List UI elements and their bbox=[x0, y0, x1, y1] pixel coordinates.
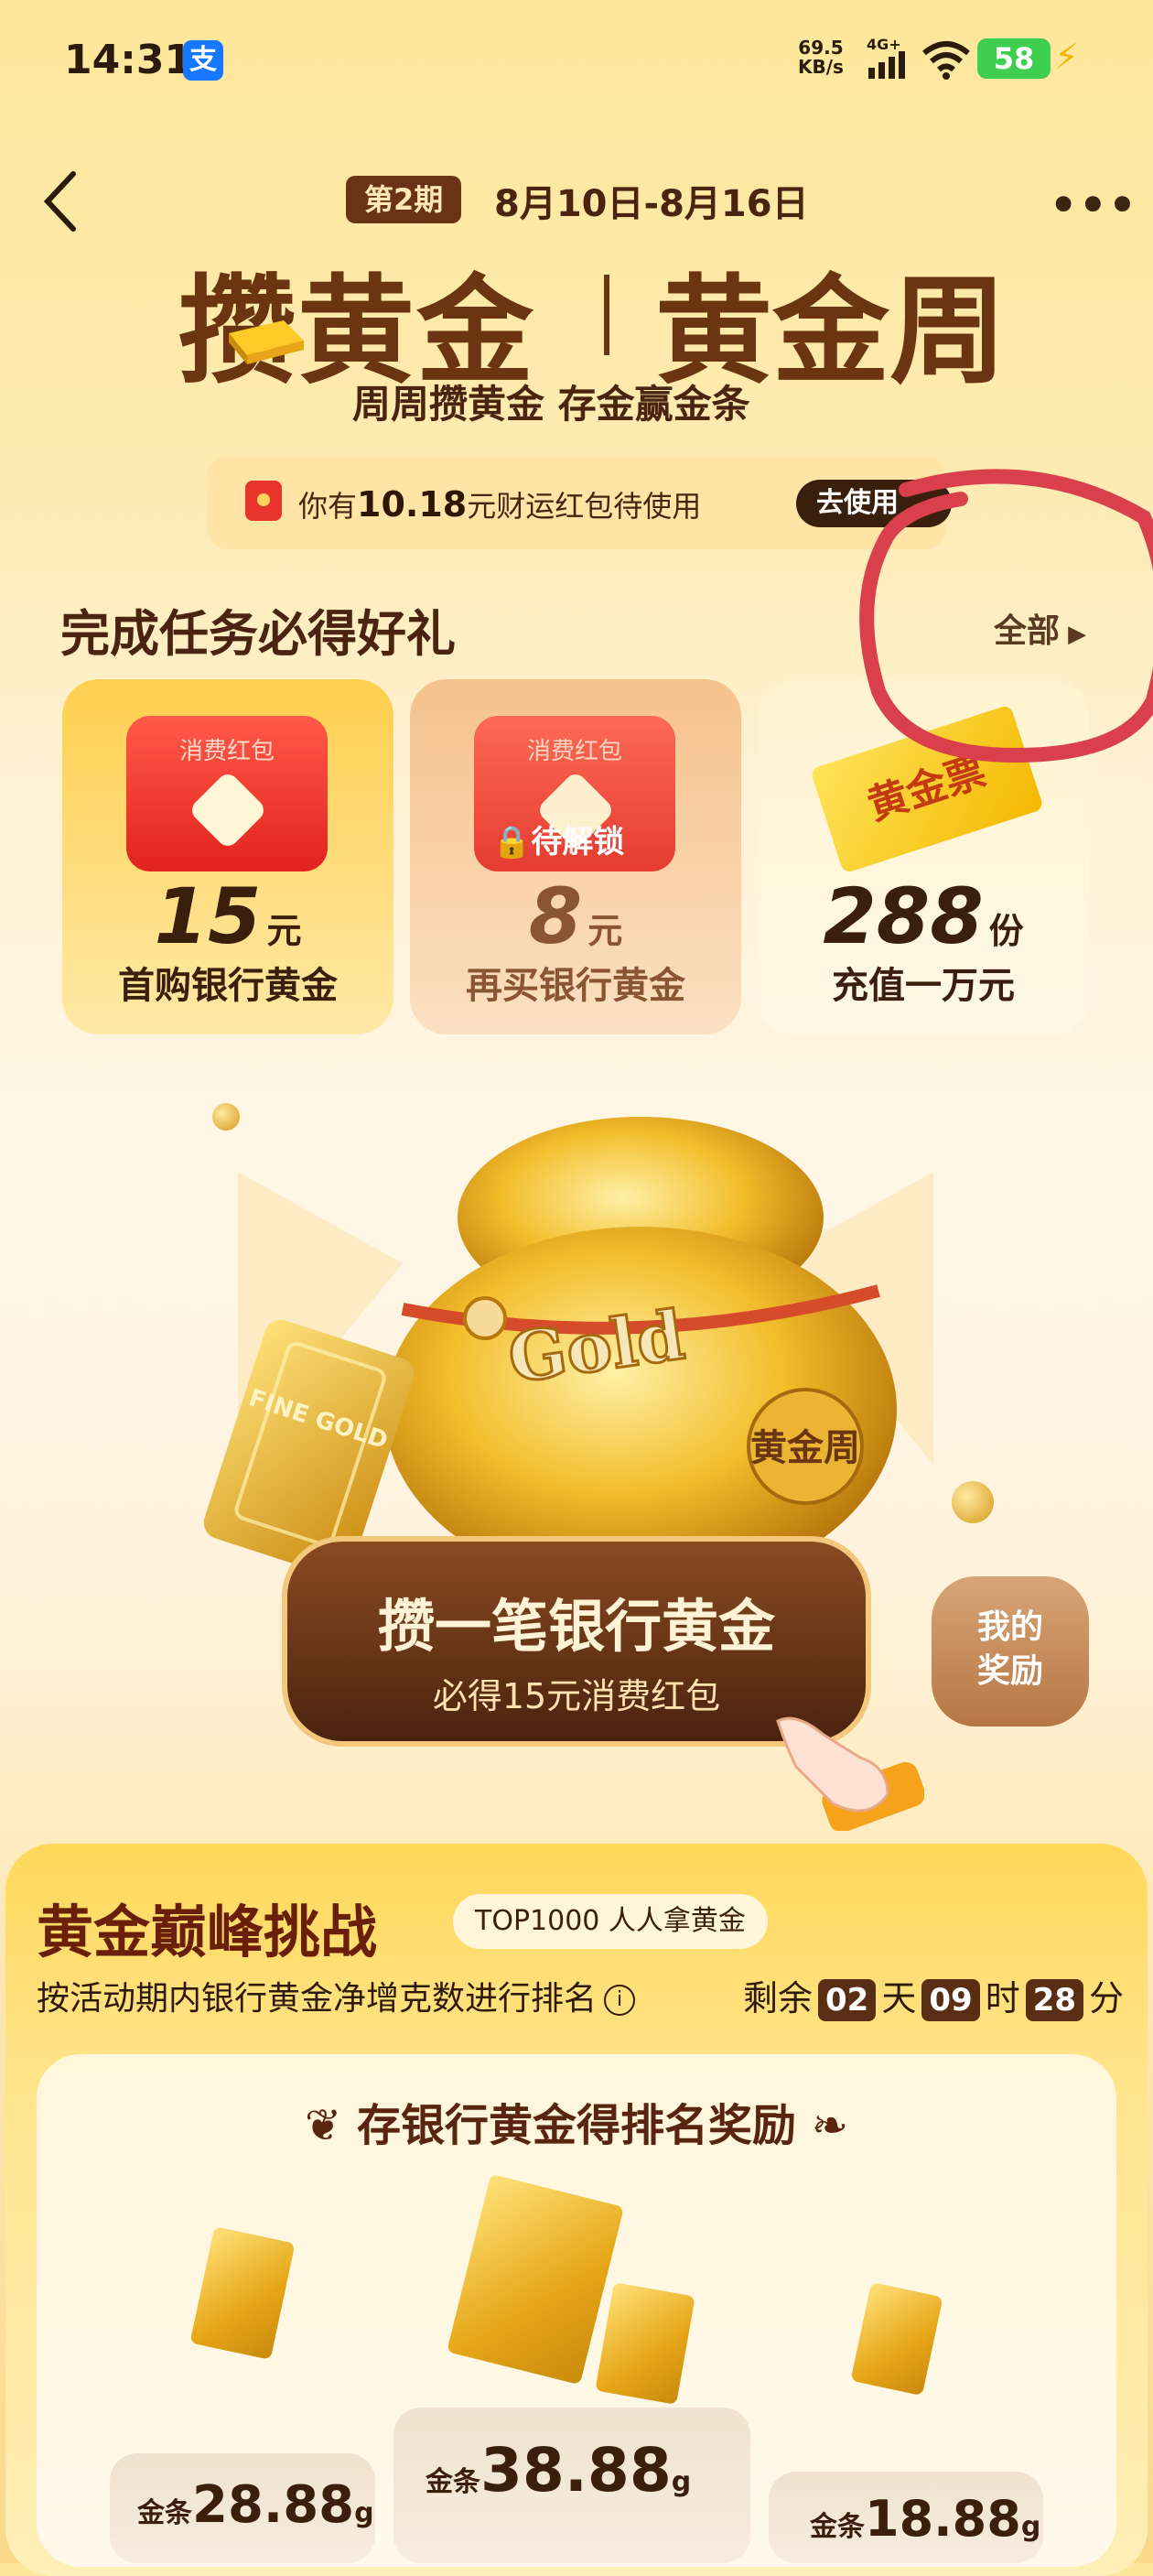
peak-challenge-title: 黄金巅峰挑战 bbox=[37, 1899, 378, 1965]
net-speed-value: 69.5 bbox=[798, 37, 844, 59]
challenge-rule: 按活动期内银行黄金净增克数进行排名 i bbox=[37, 1972, 636, 2019]
gold-bar-icon bbox=[850, 2281, 943, 2397]
countdown-hours: 09 bbox=[921, 1979, 980, 2021]
net-speed-unit: KB/s bbox=[798, 56, 844, 78]
prize-weight-left: 金条28.88g bbox=[137, 2475, 374, 2535]
pointing-hand-icon bbox=[776, 1716, 924, 1831]
countdown-prefix: 剩余 bbox=[743, 1978, 814, 2019]
countdown-timer: 剩余 02 天 09 时 28 分 bbox=[743, 1970, 1124, 2021]
prize-prefix: 金条 bbox=[810, 2511, 865, 2543]
gold-bag-illustration: Gold 黄金周 FINE GOLD bbox=[203, 1117, 933, 1593]
title-separator bbox=[604, 275, 609, 355]
cta-main-label: 攒一笔银行黄金 bbox=[377, 1593, 775, 1660]
prize-unit: g bbox=[671, 2466, 692, 2498]
my-rewards-line2: 奖励 bbox=[976, 1652, 1043, 1690]
task-amount: 8元 bbox=[410, 871, 741, 961]
lock-icon: 🔒 bbox=[492, 824, 532, 860]
prize-unit: g bbox=[354, 2497, 374, 2529]
task-amount-unit: 份 bbox=[988, 911, 1024, 951]
task-label: 充值一万元 bbox=[832, 965, 1015, 1007]
task-label: 再买银行黄金 bbox=[466, 965, 685, 1007]
packet-label: 消费红包 bbox=[178, 738, 275, 765]
task-amount-unit: 元 bbox=[266, 911, 302, 951]
page-subtitle: 周周攒黄金 存金赢金条 bbox=[352, 382, 750, 427]
wheat-left-icon: ❦ bbox=[305, 2100, 357, 2151]
gold-bar-title-icon bbox=[229, 320, 304, 364]
countdown-minutes: 28 bbox=[1025, 1979, 1084, 2021]
period-dates: 8月10日-8月16日 bbox=[494, 183, 809, 225]
prize-weight-value: 18.88 bbox=[865, 2490, 1021, 2548]
ranking-rewards-title: ❦ 存银行黄金得排名奖励 ❧ bbox=[37, 2089, 1116, 2153]
sparkle-icon bbox=[188, 770, 268, 850]
gold-bar-icon bbox=[595, 2282, 695, 2405]
alipay-notification-icon: 支 bbox=[183, 40, 223, 81]
red-packet-icon: 消费红包 bbox=[126, 716, 328, 871]
task-amount-value: 288 bbox=[823, 871, 984, 961]
charging-bolt-icon: ⚡ bbox=[1054, 37, 1079, 77]
prize-weight-value: 28.88 bbox=[192, 2475, 355, 2535]
prize-weight-value: 38.88 bbox=[480, 2435, 672, 2506]
red-packet-suffix: 元财运红包待使用 bbox=[467, 489, 702, 524]
countdown-days: 02 bbox=[818, 1979, 877, 2021]
back-arrow-icon[interactable] bbox=[37, 165, 92, 238]
gold-bar-icon bbox=[189, 2226, 296, 2360]
countdown-days-unit: 天 bbox=[881, 1978, 917, 2019]
red-packet-text: 你有10.18元财运红包待使用 bbox=[298, 483, 701, 525]
lock-label: 待解锁 bbox=[531, 824, 625, 860]
prize-weight-center: 金条38.88g bbox=[426, 2435, 691, 2506]
tasks-section-title: 完成任务必得好礼 bbox=[60, 605, 456, 663]
prize-unit: g bbox=[1020, 2511, 1041, 2543]
net-speed: 69.5 KB/s bbox=[798, 38, 844, 77]
task-card-first-purchase[interactable]: 消费红包 15 元 首购银行黄金 bbox=[62, 679, 393, 1034]
prize-podium: 金条28.88g 金条38.88g 金条18.88g bbox=[37, 2173, 1116, 2563]
more-options-icon[interactable]: ••• bbox=[1048, 174, 1138, 236]
prize-prefix: 金条 bbox=[426, 2466, 480, 2498]
prize-weight-right: 金条18.88g bbox=[810, 2490, 1040, 2548]
countdown-hours-unit: 时 bbox=[985, 1978, 1020, 2019]
cellular-signal-icon: 4G+ bbox=[867, 37, 905, 79]
countdown-minutes-unit: 分 bbox=[1089, 1978, 1125, 2019]
task-amount-unit: 元 bbox=[587, 911, 623, 951]
top1000-badge: TOP1000 人人拿黄金 bbox=[453, 1894, 768, 1949]
my-rewards-button[interactable]: 我的 奖励 bbox=[932, 1576, 1089, 1726]
task-card-repurchase[interactable]: 消费红包 🔒待解锁 8元 再买银行黄金 bbox=[410, 679, 741, 1034]
period-badge: 第2期 bbox=[346, 176, 462, 223]
bag-stamp-text: 黄金周 bbox=[750, 1426, 860, 1469]
status-time: 14:31 bbox=[64, 37, 193, 83]
my-rewards-line1: 我的 bbox=[976, 1608, 1043, 1646]
gold-bar-icon bbox=[447, 2173, 624, 2386]
network-type-label: 4G+ bbox=[867, 37, 901, 53]
challenge-rule-text: 按活动期内银行黄金净增克数进行排名 bbox=[37, 1980, 598, 2018]
lock-tag: 🔒待解锁 bbox=[492, 817, 624, 861]
packet-label: 消费红包 bbox=[526, 738, 622, 765]
red-packet-prefix: 你有 bbox=[298, 489, 358, 524]
task-amount-value: 15 bbox=[154, 871, 262, 961]
task-amount: 288 份 bbox=[758, 871, 1089, 961]
wheat-right-icon: ❧ bbox=[796, 2100, 848, 2151]
red-packet-amount: 10.18 bbox=[357, 484, 468, 525]
wifi-icon bbox=[922, 41, 970, 80]
ranking-rewards-title-text: 存银行黄金得排名奖励 bbox=[356, 2100, 796, 2151]
red-packet-icon bbox=[245, 481, 282, 521]
task-amount-value: 8 bbox=[528, 871, 583, 961]
task-amount: 15 元 bbox=[62, 871, 393, 961]
info-icon[interactable]: i bbox=[604, 1985, 636, 2016]
prize-prefix: 金条 bbox=[137, 2497, 192, 2529]
red-annotation-circle bbox=[859, 469, 1153, 763]
task-label: 首购银行黄金 bbox=[118, 965, 338, 1007]
battery-icon: 58 bbox=[977, 38, 1051, 79]
